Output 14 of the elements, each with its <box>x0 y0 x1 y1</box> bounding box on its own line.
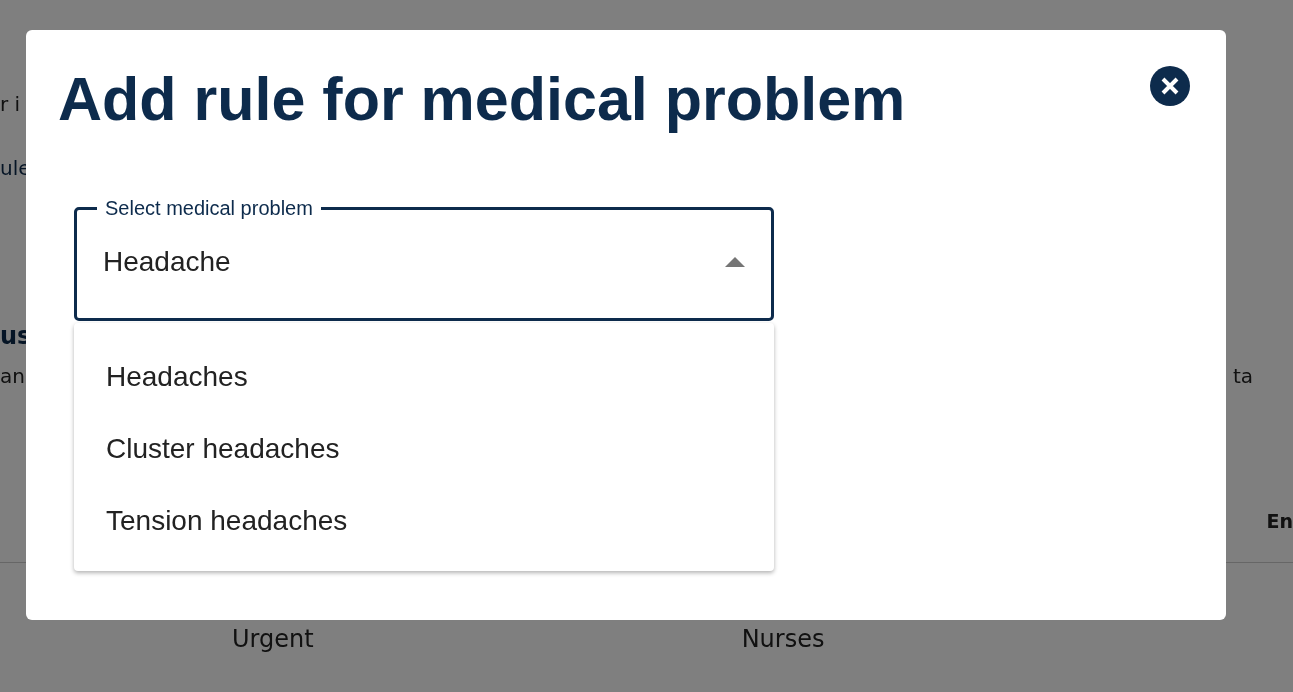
body-text: an <box>0 364 25 388</box>
menu-item[interactable]: Cluster headaches <box>74 413 774 486</box>
field-label: Select medical problem <box>104 197 314 221</box>
table-cell: Urgent <box>232 625 314 653</box>
menu-item[interactable]: Headaches <box>74 341 774 414</box>
close-icon <box>1150 66 1190 106</box>
table-cell: Nurses <box>741 625 825 653</box>
menu-item[interactable]: Tension headaches <box>74 485 774 558</box>
caret-icon <box>725 257 745 268</box>
body-text: ta <box>1232 364 1253 388</box>
body-text: r i <box>0 92 21 116</box>
close-button[interactable] <box>1150 66 1190 106</box>
column-heading: En <box>1266 510 1293 532</box>
dialog-title: Add rule for medical problem <box>58 66 906 134</box>
